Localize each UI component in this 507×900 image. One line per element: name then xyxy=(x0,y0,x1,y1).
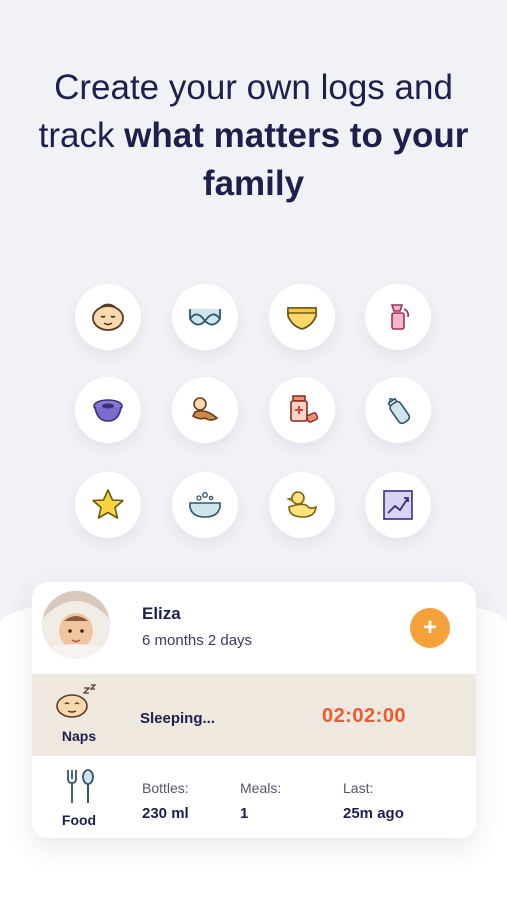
headline-line-3-bold: family xyxy=(202,164,305,203)
avatar xyxy=(42,591,110,659)
rubber-duck-icon xyxy=(286,491,317,518)
add-log-button[interactable]: + xyxy=(410,608,450,648)
log-breast-pump-button[interactable] xyxy=(365,284,431,350)
baby-name: Eliza xyxy=(142,604,181,623)
food-stat-meals: Meals: 1 xyxy=(240,780,281,822)
meals-label: Meals: xyxy=(240,780,282,796)
last-value: 25m ago xyxy=(343,805,404,822)
log-type-icon-grid xyxy=(75,284,431,538)
naps-row[interactable]: Naps Sleeping... 02:02:00 xyxy=(32,674,476,756)
log-potty-button[interactable] xyxy=(75,377,141,443)
star-icon xyxy=(92,489,124,519)
medicine-icon xyxy=(290,395,319,423)
bottle-icon xyxy=(387,397,411,425)
headline-line-1: Create your own logs and xyxy=(54,68,453,107)
log-baby-face-button[interactable] xyxy=(75,284,141,350)
food-stat-last: Last: 25m ago xyxy=(343,780,404,822)
log-diaper-button[interactable] xyxy=(269,284,335,350)
breast-pump-icon xyxy=(390,304,409,330)
headline-line-3: family xyxy=(0,160,507,208)
tummy-time-icon xyxy=(191,397,219,421)
log-rubber-duck-button[interactable] xyxy=(269,472,335,538)
profile-row[interactable]: Eliza 6 months 2 days + xyxy=(32,582,476,674)
food-row[interactable]: Food Bottles: 230 ml Meals: 1 Last: 25m … xyxy=(32,756,476,838)
last-label: Last: xyxy=(343,780,374,796)
sleeping-baby-icon xyxy=(56,684,97,718)
baby-face-icon xyxy=(92,303,124,331)
naps-timer: 02:02:00 xyxy=(322,705,407,727)
headline: Create your own logs and track what matt… xyxy=(0,64,507,208)
headline-line-2: track what matters to your xyxy=(0,112,507,160)
log-bath-button[interactable] xyxy=(172,472,238,538)
baby-age: 6 months 2 days xyxy=(142,632,253,649)
headline-line-2-bold: what matters to your xyxy=(124,116,469,155)
plus-icon: + xyxy=(422,614,437,641)
log-tummy-time-button[interactable] xyxy=(172,377,238,443)
naps-status: Sleeping... xyxy=(140,710,216,727)
log-star-button[interactable] xyxy=(75,472,141,538)
naps-label: Naps xyxy=(61,728,97,744)
log-growth-chart-button[interactable] xyxy=(365,472,431,538)
log-bra-button[interactable] xyxy=(172,284,238,350)
potty-icon xyxy=(93,399,123,422)
headline-line-2-normal: track xyxy=(38,116,125,155)
fork-spoon-icon xyxy=(67,769,94,803)
bottles-value: 230 ml xyxy=(142,805,189,822)
food-stat-bottles: Bottles: 230 ml xyxy=(142,780,189,822)
diaper-icon xyxy=(287,307,317,330)
bra-icon xyxy=(189,309,221,326)
meals-value: 1 xyxy=(240,805,249,822)
log-medicine-button[interactable] xyxy=(269,377,335,443)
bath-icon xyxy=(189,492,221,518)
food-label: Food xyxy=(61,812,97,828)
log-bottle-button[interactable] xyxy=(365,377,431,443)
growth-chart-icon xyxy=(383,490,413,520)
baby-summary-card: Eliza 6 months 2 days + Naps Sleeping...… xyxy=(32,582,476,838)
bottles-label: Bottles: xyxy=(142,780,189,796)
